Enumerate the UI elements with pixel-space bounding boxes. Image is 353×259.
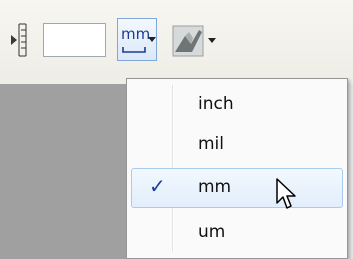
chevron-down-icon <box>148 37 156 42</box>
grid-spacing-input[interactable] <box>43 23 106 57</box>
menu-item-label: um <box>198 222 226 242</box>
menu-item-inch[interactable]: inch <box>131 85 343 125</box>
units-dropdown-button[interactable]: mm <box>117 18 157 61</box>
menu-item-um[interactable]: um <box>131 213 343 253</box>
canvas-area <box>0 84 126 259</box>
menu-item-mm[interactable]: ✓ mm <box>131 168 343 208</box>
toolbar: mm <box>0 0 353 84</box>
mouse-cursor-icon <box>276 178 296 209</box>
ruler-icon <box>122 47 146 53</box>
menu-item-label: mm <box>198 177 232 197</box>
grid-spacing-icon <box>11 23 27 57</box>
menu-item-mil[interactable]: mil <box>131 125 343 165</box>
units-mm-glyph: mm <box>121 25 151 43</box>
chevron-down-icon[interactable] <box>208 38 216 43</box>
units-menu: inch mil ✓ mm um <box>126 78 348 259</box>
menu-item-label: mil <box>198 134 225 154</box>
checkmark-icon: ✓ <box>149 174 166 198</box>
pen-tool-icon[interactable] <box>171 22 205 58</box>
menu-item-label: inch <box>198 94 234 114</box>
panel-background <box>348 84 353 259</box>
